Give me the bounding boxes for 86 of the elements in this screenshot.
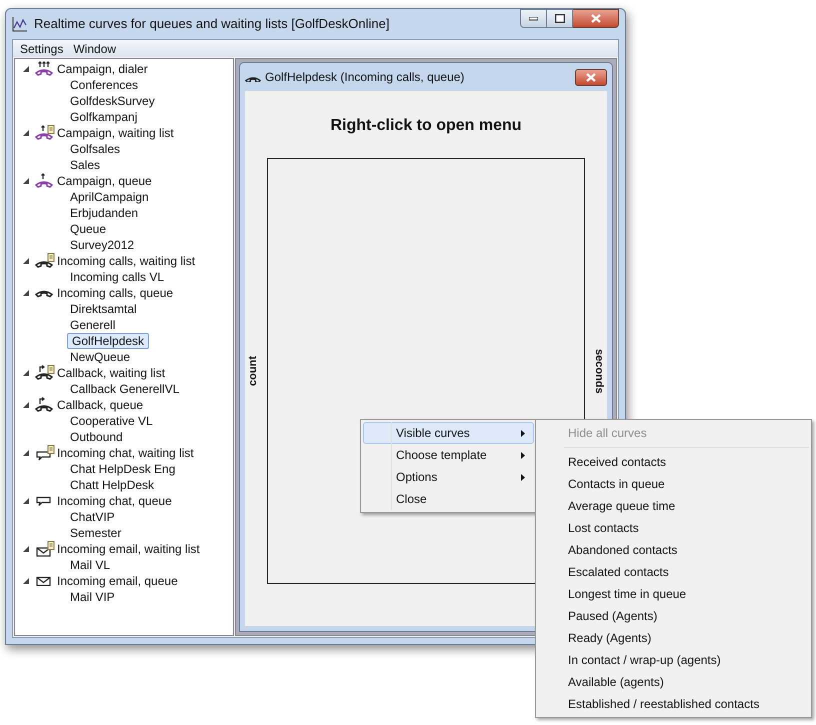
speech-bubble-icon [35, 445, 55, 461]
tree-group-label[interactable]: Incoming calls, queue [57, 284, 174, 302]
phone-icon [35, 253, 55, 269]
minimize-button[interactable] [520, 9, 547, 28]
close-icon [586, 72, 596, 82]
phone-icon [35, 288, 55, 298]
menu-item[interactable]: Lost contacts [564, 517, 809, 539]
expander-icon[interactable] [23, 578, 29, 584]
menu-item[interactable]: Abandoned contacts [564, 539, 809, 561]
expander-icon[interactable] [23, 178, 29, 184]
y-axis-label: seconds [592, 348, 606, 394]
child-window-title: GolfHelpdesk (Incoming calls, queue) [265, 69, 464, 86]
tree-item[interactable]: Cooperative VL [67, 413, 156, 429]
menu-item[interactable]: Options [363, 466, 534, 488]
menu-item[interactable]: Ready (Agents) [564, 627, 809, 649]
maximize-icon [554, 14, 564, 23]
expander-icon[interactable] [23, 546, 29, 552]
expander-icon[interactable] [23, 402, 29, 408]
tree-group-label[interactable]: Campaign, dialer [57, 60, 148, 78]
tree-group-label[interactable]: Callback, queue [57, 396, 144, 414]
menu-item[interactable]: Established / reestablished contacts [564, 693, 809, 715]
menu-item[interactable]: Longest time in queue [564, 583, 809, 605]
tree-group-label[interactable]: Incoming email, queue [57, 572, 178, 590]
tree-item[interactable]: ChatVIP [67, 509, 118, 525]
window-title: Realtime curves for queues and waiting lists [GolfDeskOnline] [34, 15, 390, 34]
expander-icon[interactable] [23, 66, 29, 72]
tree-item[interactable]: Direktsamtal [67, 301, 140, 317]
tree-item[interactable]: Erbjudanden [67, 205, 142, 221]
tree-group-label[interactable]: Callback, waiting list [57, 364, 166, 382]
chart-heading: Right-click to open menu [330, 116, 522, 136]
close-button[interactable] [573, 9, 619, 28]
tree-item[interactable]: Golfkampanj [67, 109, 140, 125]
tree-group-label[interactable]: Incoming calls, waiting list [57, 252, 196, 270]
tree-item[interactable]: Mail VL [67, 557, 114, 573]
menu-item[interactable]: Escalated contacts [564, 561, 809, 583]
tree-item[interactable]: NewQueue [67, 349, 134, 365]
phone-icon [35, 61, 55, 77]
tree-item[interactable]: Conferences [67, 77, 142, 93]
expander-icon[interactable] [23, 290, 29, 296]
expander-icon[interactable] [23, 370, 29, 376]
tree-item[interactable]: Mail VIP [67, 589, 118, 605]
menu-item[interactable]: Average queue time [564, 495, 809, 517]
menu-item[interactable]: Choose template [363, 444, 534, 466]
tree-item[interactable]: Survey2012 [67, 237, 138, 253]
tree-item[interactable]: Callback GenerellVL [67, 381, 182, 397]
envelope-icon [35, 541, 55, 557]
menu-item[interactable]: Close [363, 488, 534, 510]
tree-item[interactable]: Queue [67, 221, 110, 237]
tree-item[interactable]: Generell [67, 317, 118, 333]
tree-item[interactable]: Chatt HelpDesk [67, 477, 158, 493]
expander-icon[interactable] [23, 450, 29, 456]
tree-group-label[interactable]: Incoming email, waiting list [57, 540, 200, 558]
tree-group-label[interactable]: Campaign, waiting list [57, 124, 174, 142]
tree-item[interactable]: Sales [67, 157, 104, 173]
tree-item[interactable]: Chat HelpDesk Eng [67, 461, 178, 477]
menu-item[interactable]: Window [68, 40, 122, 58]
close-icon [590, 14, 600, 23]
menu-item[interactable]: Received contacts [564, 451, 809, 473]
menu-item[interactable]: Contacts in queue [564, 473, 809, 495]
expander-icon[interactable] [23, 130, 29, 136]
phone-icon [35, 365, 55, 381]
expander-icon[interactable] [23, 258, 29, 264]
tree-group-label[interactable]: Incoming chat, queue [57, 492, 172, 510]
line-chart-icon [12, 16, 28, 32]
tree-item[interactable]: GolfdeskSurvey [67, 93, 158, 109]
tree-group-label[interactable]: Campaign, queue [57, 172, 152, 190]
minimize-icon [529, 16, 538, 20]
tree-item[interactable]: Outbound [67, 429, 126, 445]
menu-item[interactable]: Paused (Agents) [564, 605, 809, 627]
tree-item[interactable]: Incoming calls VL [67, 269, 168, 285]
phone-icon [35, 397, 55, 413]
menu-item[interactable]: In contact / wrap-up (agents) [564, 649, 809, 671]
menu-item[interactable]: Available (agents) [564, 671, 809, 693]
tree-group-label[interactable]: Incoming chat, waiting list [57, 444, 194, 462]
tree-item[interactable]: Semester [67, 525, 124, 541]
phone-icon [35, 125, 55, 141]
y-axis-label: count [246, 356, 260, 386]
phone-icon [35, 173, 55, 189]
menu-item[interactable]: Visible curves [363, 422, 534, 444]
tree-item[interactable]: GolfHelpdesk [67, 333, 150, 349]
expander-icon[interactable] [23, 498, 29, 504]
menu-item[interactable]: Settings [15, 40, 68, 58]
maximize-button[interactable] [547, 9, 573, 28]
close-button[interactable] [575, 68, 607, 86]
tree-item[interactable]: AprilCampaign [67, 189, 152, 205]
tree-item[interactable]: Golfsales [67, 141, 124, 157]
